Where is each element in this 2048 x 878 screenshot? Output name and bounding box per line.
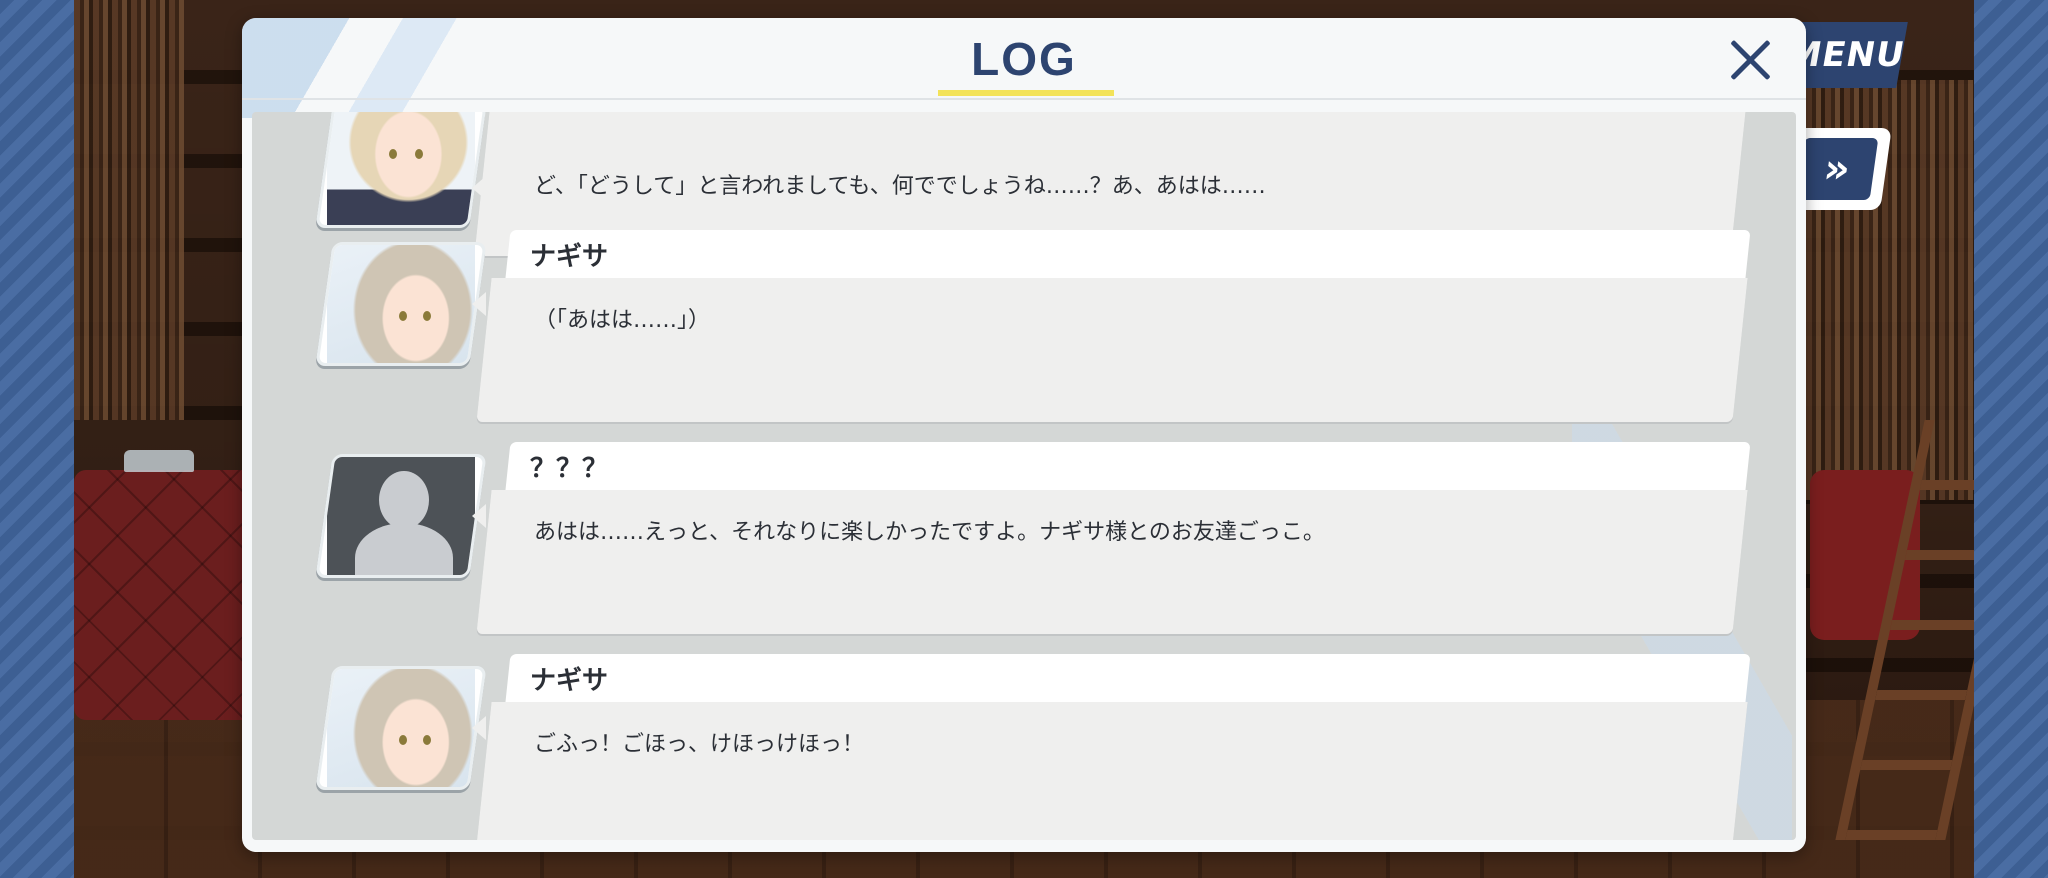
speaker-name: ナギサ	[530, 666, 609, 696]
portrait-eye	[389, 149, 397, 159]
skip-label: »	[1820, 146, 1854, 192]
message-bubble: ナギサ （「あはは……」）	[472, 230, 1758, 430]
character-portrait	[315, 112, 487, 228]
close-icon[interactable]	[1724, 34, 1776, 86]
unknown-silhouette	[327, 457, 475, 578]
speaker-name-bar	[505, 230, 1751, 278]
message-text: あはは……えっと、それなりに楽しかったですよ。ナギサ様とのお友達ごっこ。	[534, 520, 1325, 545]
message-box	[476, 702, 1748, 840]
portrait-eye	[423, 735, 431, 745]
message-text: ど、「どうして」と言われましても、何ででしょうね……？あ、あはは……	[534, 174, 1266, 199]
left-border-stripe	[0, 0, 74, 878]
log-entry: ナギサ ごふっ！ごほっ、けほっけほっ！	[252, 654, 1796, 840]
log-title: LOG	[971, 33, 1077, 85]
portrait-eye	[423, 311, 431, 321]
bubble-tail	[472, 176, 486, 200]
nagisa-portrait	[327, 669, 475, 787]
message-text: （「あはは……」）	[534, 308, 711, 333]
fast-forward-icon: »	[1795, 138, 1879, 200]
character-portrait	[315, 242, 487, 366]
message-box	[476, 490, 1748, 634]
lamp	[124, 450, 194, 472]
portrait-eye	[399, 311, 407, 321]
portrait-eye	[415, 149, 423, 159]
log-header: LOG	[242, 18, 1806, 100]
title-underline	[938, 90, 1114, 96]
log-entry: ？？？ あはは……えっと、それなりに楽しかったですよ。ナギサ様とのお友達ごっこ。	[252, 442, 1796, 642]
character-portrait	[315, 454, 487, 578]
message-box	[476, 278, 1748, 422]
silhouette-head	[379, 471, 429, 529]
speaker-name: ナギサ	[530, 242, 609, 272]
silhouette-body	[355, 523, 453, 578]
right-border-stripe	[1974, 0, 2048, 878]
message-bubble: ？？？ あはは……えっと、それなりに楽しかったですよ。ナギサ様とのお友達ごっこ。	[472, 442, 1758, 642]
student-portrait	[327, 112, 475, 225]
bookshelf-left	[74, 0, 184, 420]
log-panel: LOG ど、「どうして」と言われましても、何ででしょうね……？あ、あはは…… ナ…	[242, 18, 1806, 852]
bubble-tail	[472, 292, 486, 316]
speaker-name-bar	[505, 442, 1751, 490]
speaker-name: ？？？	[530, 454, 609, 484]
character-portrait	[315, 666, 487, 790]
message-bubble: ナギサ ごふっ！ごほっ、けほっけほっ！	[472, 654, 1758, 840]
log-scroll-area[interactable]: ど、「どうして」と言われましても、何ででしょうね……？あ、あはは…… ナギサ （…	[252, 112, 1796, 840]
bubble-tail	[472, 504, 486, 528]
portrait-eye	[399, 735, 407, 745]
message-text: ごふっ！ごほっ、けほっけほっ！	[534, 732, 865, 757]
nagisa-portrait	[327, 245, 475, 363]
log-entry: ナギサ （「あはは……」）	[252, 230, 1796, 430]
bubble-tail	[472, 716, 486, 740]
speaker-name-bar	[505, 654, 1751, 702]
